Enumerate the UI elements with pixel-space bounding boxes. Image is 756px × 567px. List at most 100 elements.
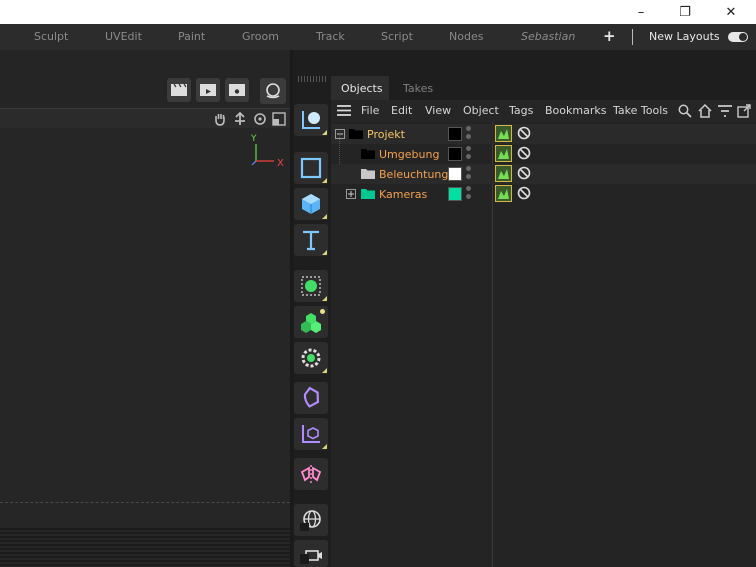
render-view-button[interactable] <box>167 78 191 102</box>
new-layouts-toggle[interactable] <box>728 32 748 42</box>
render-settings-icon <box>266 83 280 99</box>
object-row-beleuchtung[interactable]: Beleuchtung <box>331 164 756 184</box>
top-toolbar <box>0 50 293 108</box>
tag-icon[interactable] <box>495 125 512 142</box>
search-icon[interactable] <box>678 104 692 118</box>
render-queue-button[interactable] <box>260 78 286 104</box>
minimize-button[interactable]: – <box>618 0 664 24</box>
phong-tag-icon <box>498 169 509 179</box>
menu-edit[interactable]: Edit <box>391 104 412 117</box>
visibility-dots[interactable] <box>466 186 472 202</box>
symmetry-button[interactable] <box>294 458 328 490</box>
grid-floor <box>0 528 290 567</box>
panel-tabs: Objects Takes <box>331 76 756 100</box>
phong-tag-icon <box>498 149 509 159</box>
null-object-button[interactable] <box>294 104 328 136</box>
coordinate-button[interactable] <box>294 418 328 450</box>
menu-take-tools[interactable]: Take Tools <box>613 104 668 117</box>
camera-button[interactable] <box>294 540 328 567</box>
tab-objects[interactable]: Objects <box>331 76 389 100</box>
tag-icon[interactable] <box>495 165 512 182</box>
rectangle-icon <box>300 157 322 179</box>
drag-handle[interactable] <box>298 76 328 82</box>
layout-tab-sebastian[interactable]: Sebastian <box>521 30 575 43</box>
minimize-icon: – <box>637 4 645 20</box>
rectangle-spline-button[interactable] <box>294 152 328 184</box>
close-icon: ✕ <box>725 4 737 20</box>
viewport-header <box>0 108 290 128</box>
object-name[interactable]: Umgebung <box>379 148 439 161</box>
no-render-icon[interactable] <box>517 186 531 200</box>
object-name[interactable]: Beleuchtung <box>379 168 448 181</box>
no-render-icon[interactable] <box>517 146 531 160</box>
visibility-dots[interactable] <box>466 126 472 142</box>
render-active-button[interactable] <box>196 78 220 102</box>
collapse-icon[interactable] <box>335 129 345 139</box>
coordinate-icon <box>302 425 320 443</box>
new-layouts-label: New Layouts <box>649 30 720 43</box>
separator <box>632 29 633 45</box>
spline-pen-button[interactable] <box>294 270 328 302</box>
layer-color-swatch[interactable] <box>448 187 462 201</box>
layout-tab-sculpt[interactable]: Sculpt <box>34 30 68 43</box>
menu-view[interactable]: View <box>425 104 451 117</box>
close-button[interactable]: ✕ <box>708 0 754 24</box>
cube-button[interactable] <box>294 188 328 220</box>
deformer-icon <box>301 348 321 368</box>
folder-icon <box>361 149 375 159</box>
layer-color-swatch[interactable] <box>448 127 462 141</box>
no-render-icon[interactable] <box>517 126 531 140</box>
layer-color-swatch[interactable] <box>448 147 462 161</box>
phong-tag-icon <box>498 189 509 199</box>
menu-tags[interactable]: Tags <box>509 104 533 117</box>
mograph-cloner-icon <box>301 313 321 333</box>
layer-color-swatch[interactable] <box>448 167 462 181</box>
add-layout-icon[interactable]: + <box>603 27 616 45</box>
layout-tab-uvedit[interactable]: UVEdit <box>105 30 142 43</box>
menu-bookmarks[interactable]: Bookmarks <box>545 104 606 117</box>
environment-button[interactable] <box>294 504 328 536</box>
mograph-cloner-button[interactable] <box>294 306 328 338</box>
visibility-dots[interactable] <box>466 146 472 162</box>
object-row-kameras[interactable]: Kameras <box>331 184 756 204</box>
layout-tab-script[interactable]: Script <box>381 30 413 43</box>
maximize-icon[interactable] <box>272 112 286 126</box>
render-settings-button[interactable] <box>225 78 249 102</box>
null-object-icon <box>302 111 320 129</box>
deformer-button[interactable] <box>294 342 328 374</box>
rotate-icon[interactable] <box>253 112 267 126</box>
camera-icon <box>300 549 322 564</box>
no-render-icon[interactable] <box>517 166 531 180</box>
tab-takes[interactable]: Takes <box>393 76 443 100</box>
tag-icon[interactable] <box>495 145 512 162</box>
title-bar: – ❐ ✕ <box>0 0 756 24</box>
object-row-umgebung[interactable]: Umgebung <box>331 134 756 174</box>
hand-icon[interactable] <box>213 112 227 126</box>
home-icon[interactable] <box>698 104 712 118</box>
tag-icon[interactable] <box>495 185 512 202</box>
clapper-icon <box>171 83 187 96</box>
grid-horizon <box>0 502 290 503</box>
new-window-icon[interactable] <box>737 104 751 118</box>
visibility-dots[interactable] <box>466 166 472 182</box>
symmetry-icon <box>300 465 322 483</box>
layout-tab-nodes[interactable]: Nodes <box>449 30 483 43</box>
field-button[interactable] <box>294 382 328 414</box>
move-icon[interactable] <box>233 112 247 126</box>
layout-tab-groom[interactable]: Groom <box>242 30 279 43</box>
layout-bar: Sculpt UVEdit Paint Groom Track Script N… <box>0 24 756 50</box>
layout-tab-paint[interactable]: Paint <box>178 30 205 43</box>
object-row-projekt[interactable]: Projekt <box>331 124 756 144</box>
object-name[interactable]: Projekt <box>367 128 405 141</box>
object-name[interactable]: Kameras <box>379 188 427 201</box>
folder-icon <box>349 129 363 139</box>
restore-button[interactable]: ❐ <box>662 0 708 24</box>
expand-icon[interactable] <box>346 189 356 199</box>
layout-tab-track[interactable]: Track <box>316 30 345 43</box>
text-button[interactable] <box>294 224 328 256</box>
menu-object[interactable]: Object <box>463 104 499 117</box>
folder-icon <box>361 169 375 179</box>
filter-icon[interactable] <box>717 104 733 118</box>
menu-file[interactable]: File <box>361 104 379 117</box>
hamburger-icon[interactable] <box>337 105 351 116</box>
